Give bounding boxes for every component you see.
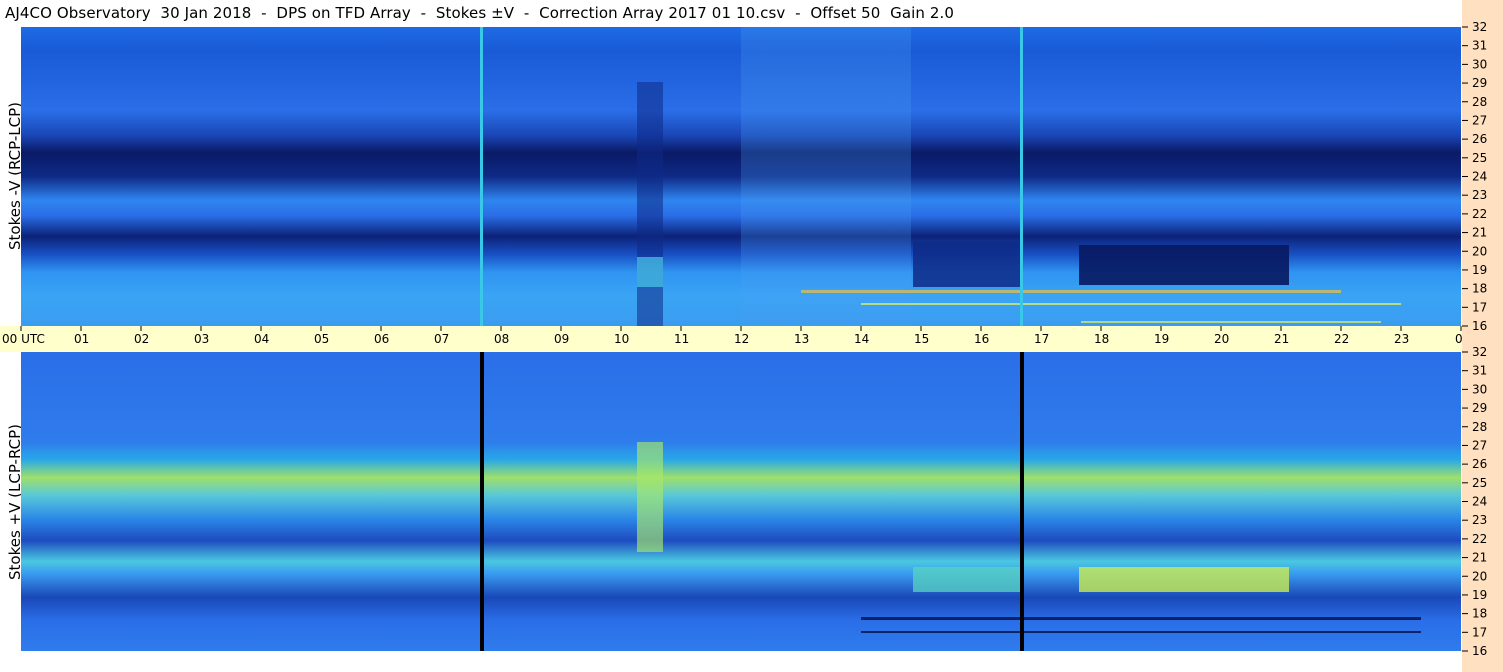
freq-tick-label: 30 bbox=[1472, 382, 1487, 396]
freq-tick-label: 17 bbox=[1472, 625, 1487, 639]
time-tick-label: 17 bbox=[1034, 332, 1049, 346]
freq-tick-label: 27 bbox=[1472, 113, 1487, 127]
bottom-dark-streak-2 bbox=[861, 631, 1421, 633]
time-tick-label: 16 bbox=[974, 332, 989, 346]
top-column bbox=[637, 82, 663, 326]
freq-tick-label: 32 bbox=[1472, 20, 1487, 34]
freq-tick-label: 29 bbox=[1472, 76, 1487, 90]
time-tick-label: 14 bbox=[854, 332, 869, 346]
time-tick-label: 15 bbox=[914, 332, 929, 346]
time-tick-label: 08 bbox=[494, 332, 509, 346]
bottom-vline-1 bbox=[480, 352, 484, 651]
top-bright-streak-3 bbox=[1081, 321, 1381, 323]
freq-tick-label: 23 bbox=[1472, 513, 1487, 527]
top-dark-block-2 bbox=[1079, 245, 1289, 285]
freq-tick-label: 23 bbox=[1472, 188, 1487, 202]
time-tick-label: 13 bbox=[794, 332, 809, 346]
freq-tick-label: 20 bbox=[1472, 569, 1487, 583]
freq-tick-label: 28 bbox=[1472, 95, 1487, 109]
bottom-dark-streak-1 bbox=[861, 617, 1421, 620]
frequency-axis: 32 31 30 29 28 27 26 25 24 23 22 21 20 19 18 17 16 32 31 30… bbox=[1462, 0, 1503, 672]
time-tick-label: 23 bbox=[1394, 332, 1409, 346]
top-dark-block-1 bbox=[913, 242, 1023, 287]
top-bright-streak-2 bbox=[861, 303, 1401, 305]
chart-title: AJ4CO Observatory 30 Jan 2018 - DPS on T… bbox=[5, 4, 955, 22]
freq-tick-label: 30 bbox=[1472, 57, 1487, 71]
top-column-bright bbox=[637, 257, 663, 287]
top-vline-2 bbox=[1020, 27, 1023, 326]
time-tick-label: 04 bbox=[254, 332, 269, 346]
freq-tick-label: 32 bbox=[1472, 345, 1487, 359]
freq-tick-label: 16 bbox=[1472, 644, 1487, 658]
freq-tick-label: 31 bbox=[1472, 39, 1487, 53]
time-tick-label: 18 bbox=[1094, 332, 1109, 346]
time-tick-label: 12 bbox=[734, 332, 749, 346]
freq-tick-label: 16 bbox=[1472, 319, 1487, 333]
time-tick-label: 11 bbox=[674, 332, 689, 346]
time-tick-label: 05 bbox=[314, 332, 329, 346]
time-tick-label: 22 bbox=[1334, 332, 1349, 346]
time-tick-label: 00 MHz bbox=[1455, 332, 1462, 346]
freq-tick-label: 19 bbox=[1472, 263, 1487, 277]
top-vline-1 bbox=[480, 27, 483, 326]
freq-tick-label: 25 bbox=[1472, 476, 1487, 490]
spectrogram-bottom bbox=[21, 352, 1461, 651]
time-tick-label: 02 bbox=[134, 332, 149, 346]
freq-tick-label: 22 bbox=[1472, 207, 1487, 221]
time-tick-label: 03 bbox=[194, 332, 209, 346]
bottom-bright-block-2 bbox=[1079, 567, 1289, 592]
time-tick-label: 09 bbox=[554, 332, 569, 346]
freq-tick-label: 21 bbox=[1472, 226, 1487, 240]
bottom-column bbox=[637, 442, 663, 552]
freq-tick-label: 20 bbox=[1472, 244, 1487, 258]
top-bright-streak-1 bbox=[801, 290, 1341, 293]
freq-tick-label: 31 bbox=[1472, 364, 1487, 378]
freq-tick-label: 26 bbox=[1472, 457, 1487, 471]
time-tick-label: 21 bbox=[1274, 332, 1289, 346]
bottom-bright-block-1 bbox=[913, 567, 1023, 592]
freq-tick-label: 18 bbox=[1472, 607, 1487, 621]
time-tick-label: 06 bbox=[374, 332, 389, 346]
freq-tick-label: 21 bbox=[1472, 551, 1487, 565]
freq-tick-label: 22 bbox=[1472, 532, 1487, 546]
time-tick-label: 19 bbox=[1154, 332, 1169, 346]
bottom-background bbox=[21, 352, 1461, 651]
freq-tick-label: 27 bbox=[1472, 438, 1487, 452]
time-tick-label: 00 UTC bbox=[2, 332, 45, 346]
time-tick-label: 10 bbox=[614, 332, 629, 346]
freq-tick-label: 29 bbox=[1472, 401, 1487, 415]
freq-tick-label: 19 bbox=[1472, 588, 1487, 602]
time-tick-label: 20 bbox=[1214, 332, 1229, 346]
freq-tick-label: 25 bbox=[1472, 151, 1487, 165]
freq-tick-label: 18 bbox=[1472, 282, 1487, 296]
spectrogram-top bbox=[21, 27, 1461, 326]
freq-tick-label: 28 bbox=[1472, 420, 1487, 434]
freq-tick-label: 24 bbox=[1472, 170, 1487, 184]
time-tick-label: 07 bbox=[434, 332, 449, 346]
freq-tick-label: 24 bbox=[1472, 495, 1487, 509]
bottom-vline-2 bbox=[1020, 352, 1024, 651]
freq-tick-label: 26 bbox=[1472, 132, 1487, 146]
time-tick-label: 01 bbox=[74, 332, 89, 346]
top-light-region bbox=[741, 27, 911, 326]
time-axis: 00 UTC 01 02 03 04 05 06 07 08 09 10 11 12 13 14 15 16 17… bbox=[0, 326, 1462, 352]
freq-tick-label: 17 bbox=[1472, 300, 1487, 314]
